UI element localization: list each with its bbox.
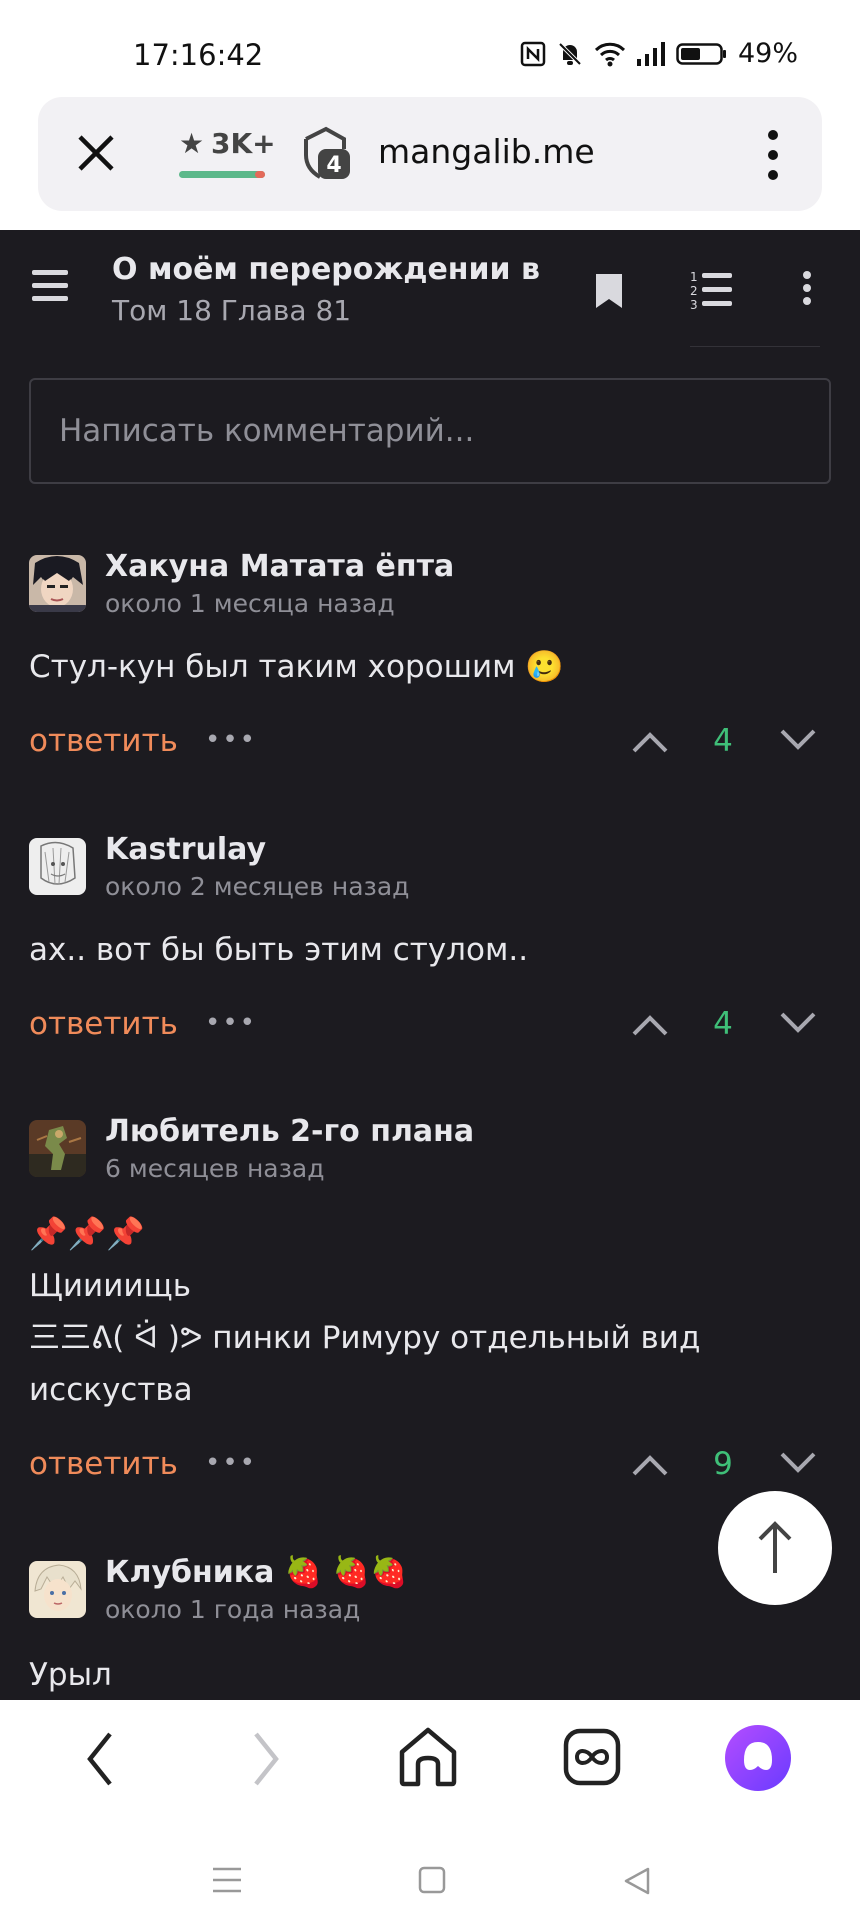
vote-count: 4 xyxy=(713,1006,733,1042)
svg-text:2: 2 xyxy=(690,284,698,298)
recent-apps-button[interactable] xyxy=(212,1866,242,1894)
avatar[interactable] xyxy=(29,1561,86,1618)
header-divider xyxy=(690,346,820,347)
comment-author[interactable]: Хакуна Матата ёпта xyxy=(105,549,454,584)
vote-count: 4 xyxy=(713,723,733,759)
comment-author[interactable]: Клубника 🍓 🍓🍓 xyxy=(105,1555,407,1590)
upvote-icon[interactable] xyxy=(630,727,670,755)
browser-toolbar: ★ 3K+ 4 mangalib.me xyxy=(0,95,860,230)
downvote-icon[interactable] xyxy=(778,1450,818,1478)
browser-navigation-bar xyxy=(0,1700,860,1920)
comment-text-line: исскуства xyxy=(29,1372,193,1408)
comment-text-line: 三三ᕕ( ᐛ )ᕗ пинки Римуру отдельный вид xyxy=(29,1320,701,1356)
bookmark-icon[interactable] xyxy=(594,272,624,310)
address-bar[interactable]: ★ 3K+ 4 mangalib.me xyxy=(38,97,822,211)
comment-time: около 1 года назад xyxy=(105,1595,361,1624)
manga-title[interactable]: О моём перерождении в ... xyxy=(112,252,542,287)
more-options-button[interactable]: ••• xyxy=(205,725,257,755)
avatar[interactable] xyxy=(29,1120,86,1177)
comment-author[interactable]: Kastrulay xyxy=(105,832,266,867)
site-rating-badge[interactable]: ★ 3K+ xyxy=(171,127,276,181)
more-vertical-icon[interactable] xyxy=(758,127,788,183)
scroll-to-top-button[interactable] xyxy=(718,1491,832,1605)
more-vertical-icon[interactable] xyxy=(800,270,814,306)
arrow-up-icon xyxy=(758,1521,792,1573)
chapter-list-icon[interactable]: 1 2 3 xyxy=(690,270,732,310)
upvote-icon[interactable] xyxy=(630,1450,670,1478)
reader-header: О моём перерождении в ... Том 18 Глава 8… xyxy=(0,230,860,350)
battery-percent: 49% xyxy=(737,38,798,69)
rating-bar-end xyxy=(255,171,265,178)
rating-bar xyxy=(179,171,265,178)
reply-button[interactable]: ответить xyxy=(29,1446,178,1482)
tabs-icon[interactable] xyxy=(563,1728,621,1786)
close-icon[interactable] xyxy=(74,131,118,175)
comment-text-line: Щиииищь xyxy=(29,1268,191,1304)
forward-icon[interactable] xyxy=(250,1730,282,1788)
url-text[interactable]: mangalib.me xyxy=(378,132,595,171)
comment-time: около 2 месяцев назад xyxy=(105,872,410,901)
mute-bell-icon xyxy=(558,42,582,65)
system-back-button[interactable] xyxy=(622,1866,652,1896)
square-icon xyxy=(418,1866,446,1894)
alice-assistant-icon[interactable] xyxy=(724,1724,792,1792)
status-time: 17:16:42 xyxy=(133,38,264,72)
chapter-subtitle[interactable]: Том 18 Глава 81 xyxy=(112,294,351,327)
avatar[interactable] xyxy=(29,555,86,612)
home-icon[interactable] xyxy=(398,1726,458,1788)
tabs-count: 4 xyxy=(326,153,341,178)
upvote-icon[interactable] xyxy=(630,1010,670,1038)
nfc-icon xyxy=(520,41,546,66)
system-home-button[interactable] xyxy=(418,1866,446,1894)
status-icons: 49% xyxy=(520,38,798,69)
comment-text: Урыл xyxy=(29,1657,112,1693)
svg-text:3: 3 xyxy=(690,298,698,310)
more-options-button[interactable]: ••• xyxy=(205,1448,257,1478)
downvote-icon[interactable] xyxy=(778,727,818,755)
menu-icon[interactable] xyxy=(32,270,68,304)
back-icon[interactable] xyxy=(84,1730,116,1788)
signal-icon xyxy=(636,41,665,66)
comment-text: ах.. вот бы быть этим стулом.. xyxy=(29,932,529,968)
wifi-icon xyxy=(594,42,626,66)
comment-text-line: 📌📌📌 xyxy=(29,1216,145,1252)
vote-count: 9 xyxy=(713,1446,733,1482)
recent-apps-icon xyxy=(213,1867,241,1893)
comment-author[interactable]: Любитель 2-го плана xyxy=(105,1114,474,1149)
comment-time: 6 месяцев назад xyxy=(105,1154,325,1183)
site-rating: 3K+ xyxy=(211,127,276,160)
reply-button[interactable]: ответить xyxy=(29,1006,178,1042)
more-options-button[interactable]: ••• xyxy=(205,1008,257,1038)
star-icon: ★ xyxy=(179,127,205,160)
triangle-back-icon xyxy=(624,1867,650,1895)
avatar[interactable] xyxy=(29,838,86,895)
protection-shield-icon[interactable]: 4 xyxy=(300,125,358,183)
battery-icon xyxy=(676,42,726,65)
reply-button[interactable]: ответить xyxy=(29,723,178,759)
svg-text:1: 1 xyxy=(690,270,698,284)
comment-input[interactable]: Написать комментарий... xyxy=(29,378,831,484)
comment-time: около 1 месяца назад xyxy=(105,589,395,618)
downvote-icon[interactable] xyxy=(778,1010,818,1038)
comment-text: Стул-кун был таким хорошим 🥲 xyxy=(29,649,564,685)
status-bar: 17:16:42 49% xyxy=(0,0,860,95)
